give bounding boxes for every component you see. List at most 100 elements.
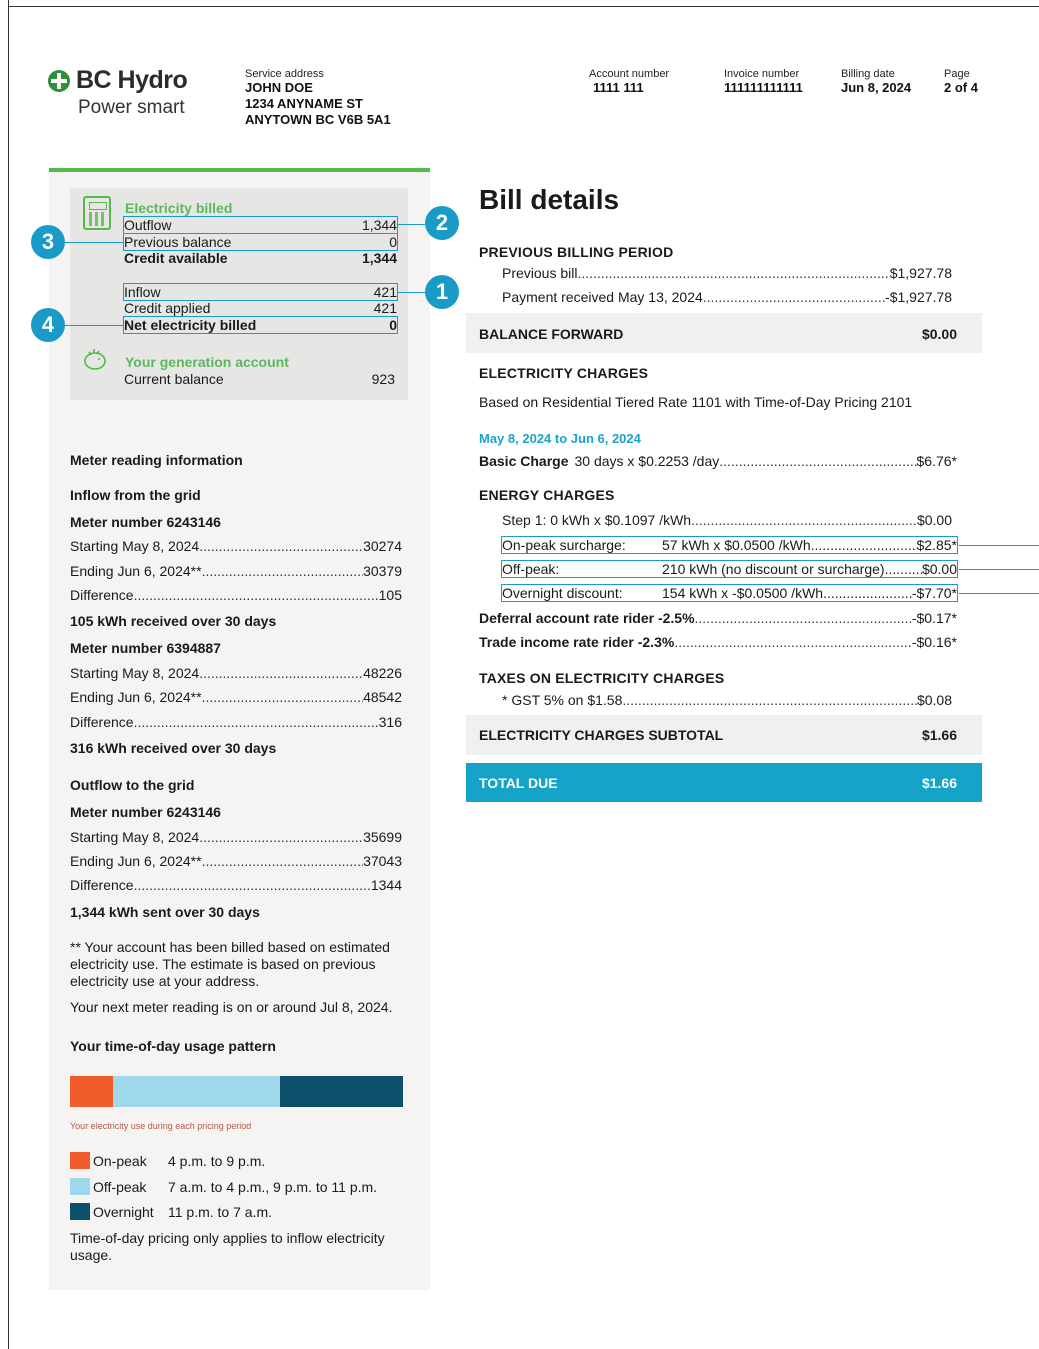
leader-dots: ........................................… [201, 563, 364, 579]
meter2-diff-row: Difference..............................… [70, 714, 402, 730]
net-electricity-row: Net electricity billed 0 [123, 316, 398, 334]
estimate-note: ** Your account has been billed based on… [70, 939, 390, 989]
deferral-label: Deferral account rate rider -2.5% [479, 610, 695, 626]
on-peak-leader [959, 545, 1039, 547]
balance-forward-row: BALANCE FORWARD $0.00 [479, 326, 957, 342]
outflow-label: Outflow [124, 217, 172, 233]
inflow-title: Inflow from the grid [70, 487, 201, 503]
credit-applied-label: Credit applied [124, 300, 211, 316]
overnight-value: -$7.70* [911, 585, 957, 601]
off-peak-row: Off-peak: 210 kWh (no discount or surchar… [501, 560, 958, 578]
tod-bar-caption: Your electricity use during each pricing… [70, 1121, 252, 1131]
callout-3: 3 [31, 225, 65, 259]
brand-tagline: Power smart [78, 97, 185, 118]
meter1-summary: 105 kWh received over 30 days [70, 613, 277, 629]
total-due-label: TOTAL DUE [479, 775, 558, 791]
leader-dots: ........................................… [133, 877, 371, 893]
page-indicator: Page 2 of 4 [944, 68, 978, 96]
overnight-swatch [70, 1203, 90, 1220]
previous-bill-label: Previous bill [502, 265, 578, 281]
leader-dots: ........................................… [577, 265, 889, 281]
meter3-title: Meter number 6243146 [70, 804, 221, 820]
billing-date: Billing date Jun 8, 2024 [841, 68, 911, 96]
leader-dots: ........................................… [702, 289, 885, 305]
page-value: 2 of 4 [944, 80, 978, 95]
service-address-label: Service address [245, 68, 324, 80]
meter3-end-row: Ending Jun 6, 2024**....................… [70, 853, 402, 869]
on-peak-row: On-peak surcharge: 57 kWh x $0.0500 /kWh.… [501, 536, 958, 554]
legend-off-peak: Off-peak 7 a.m. to 4 p.m., 9 p.m. to 11 … [70, 1178, 377, 1195]
meter2-start-label: Starting May 8, 2024 [70, 665, 200, 681]
off-peak-leader [959, 569, 1039, 571]
account-number-value: 1111 111 [593, 80, 644, 95]
generation-balance-row: Current balance 923 [124, 371, 395, 387]
basic-charge-value: $6.76* [916, 453, 957, 469]
meter1-start-value: 30274 [363, 538, 402, 554]
payment-label: Payment received May 13, 2024 [502, 289, 703, 305]
credit-available-label: Credit available [124, 250, 228, 266]
page-border-top [8, 6, 1039, 7]
balance-forward-value: $0.00 [921, 326, 957, 342]
calculator-icon [83, 196, 111, 230]
basic-charge-row: Basic Charge 30 days x $0.2253 /day......… [479, 453, 957, 469]
on-peak-label: On-peak surcharge: [502, 537, 626, 553]
payment-value: -$1,927.78 [885, 289, 952, 305]
generation-account-title: Your generation account [125, 354, 289, 370]
net-electricity-label: Net electricity billed [124, 317, 257, 333]
deferral-value: -$0.17* [911, 610, 957, 626]
outflow-title: Outflow to the grid [70, 777, 195, 793]
total-due-row: TOTAL DUE $1.66 [479, 775, 957, 791]
service-city: ANYTOWN BC V6B 5A1 [245, 112, 391, 127]
generation-balance-label: Current balance [124, 371, 224, 387]
callout-2: 2 [425, 206, 459, 240]
invoice-number: Invoice number 111111111111 [724, 68, 803, 96]
account-number-label: Account number [589, 68, 670, 80]
credit-available-row: Credit available 1,344 [124, 250, 397, 266]
generation-balance-value: 923 [371, 371, 395, 387]
leader-dots: ........................................… [884, 561, 922, 577]
next-reading-note: Your next meter reading is on or around … [70, 999, 393, 1015]
tod-footnote: Time-of-day pricing only applies to infl… [70, 1230, 385, 1263]
credit-available-value: 1,344 [361, 250, 397, 266]
service-address: Service address JOHN DOE 1234 ANYNAME ST… [245, 68, 391, 128]
callout-1: 1 [425, 275, 459, 309]
previous-balance-row: Previous balance 0 [123, 233, 398, 251]
bc-hydro-logo: BC Hydro Power smart [48, 66, 208, 119]
tod-bar-off-peak [113, 1076, 280, 1107]
meter2-diff-label: Difference [70, 714, 134, 730]
leader-dots: ........................................… [691, 512, 917, 528]
meter1-end-label: Ending Jun 6, 2024** [70, 563, 202, 579]
credit-applied-row: Credit applied 421 [124, 300, 397, 316]
trade-income-label: Trade income rate rider -2.3% [479, 634, 675, 650]
leader-dots: ........................................… [133, 714, 379, 730]
meter1-end-value: 30379 [363, 563, 402, 579]
callout-4: 4 [31, 308, 65, 342]
meter2-summary: 316 kWh received over 30 days [70, 740, 277, 756]
leader-dots: ........................................… [199, 538, 363, 554]
off-peak-desc: 210 kWh (no discount or surcharge) [662, 561, 885, 577]
billing-period: May 8, 2024 to Jun 6, 2024 [479, 431, 641, 446]
step1-value: $0.00 [916, 512, 952, 528]
account-number: Account number 1111 111 [589, 68, 669, 96]
page-border-left [8, 0, 9, 1349]
tod-title: Your time-of-day usage pattern [70, 1038, 276, 1054]
piggy-bank-icon [84, 349, 106, 370]
meter3-start-value: 35699 [363, 829, 402, 845]
meter3-start-label: Starting May 8, 2024 [70, 829, 200, 845]
tod-usage-bar [70, 1076, 403, 1107]
tod-bar-on-peak [70, 1076, 114, 1107]
previous-bill-row: Previous bill...........................… [502, 265, 952, 281]
meter1-diff-label: Difference [70, 587, 134, 603]
meter1-end-row: Ending Jun 6, 2024**....................… [70, 563, 402, 579]
meter2-title: Meter number 6394887 [70, 640, 221, 656]
total-due-value: $1.66 [921, 775, 957, 791]
subtotal-label: ELECTRICITY CHARGES SUBTOTAL [479, 727, 724, 743]
off-peak-value: $0.00 [921, 561, 957, 577]
leader-dots: ........................................… [201, 689, 364, 705]
meter1-diff-value: 105 [378, 587, 402, 603]
meter1-start-label: Starting May 8, 2024 [70, 538, 200, 554]
meter3-diff-row: Difference..............................… [70, 877, 402, 893]
inflow-value: 421 [373, 284, 397, 300]
invoice-number-value: 111111111111 [724, 80, 803, 95]
callout-3-leader [65, 242, 124, 244]
